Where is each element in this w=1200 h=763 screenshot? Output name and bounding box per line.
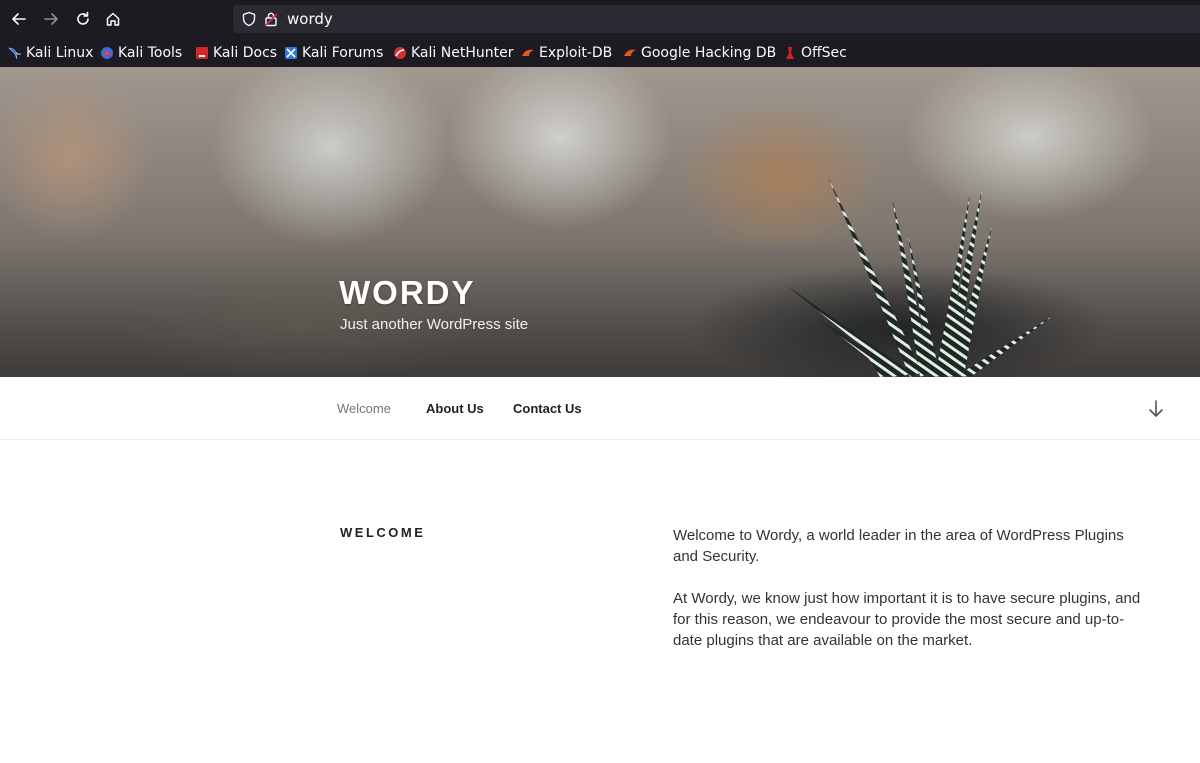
- page-content: Welcome to Wordy, a world leader in the …: [673, 525, 1143, 672]
- bookmark-kali-tools[interactable]: Kali Tools: [100, 43, 182, 63]
- content-paragraph: Welcome to Wordy, a world leader in the …: [673, 527, 1124, 565]
- ghdb-icon: [624, 49, 636, 56]
- nav-item-welcome[interactable]: Welcome: [337, 401, 391, 416]
- reload-button[interactable]: [70, 6, 96, 32]
- bookmark-kali-linux[interactable]: Kali Linux: [8, 43, 93, 63]
- home-icon: [106, 12, 120, 26]
- bookmark-kali-nethunter[interactable]: Kali NetHunter: [393, 43, 513, 63]
- bookmark-label: Kali Docs: [213, 45, 278, 61]
- scroll-down-arrow-icon[interactable]: [1147, 399, 1165, 419]
- kali-forums-icon: [285, 47, 297, 59]
- succulent-plant-image: [786, 177, 1054, 377]
- offsec-icon: [786, 47, 794, 59]
- site-title[interactable]: WORDY: [339, 274, 476, 312]
- bookmark-label: Kali Forums: [302, 45, 384, 61]
- bookmark-label: Google Hacking DB: [641, 45, 777, 61]
- shield-icon[interactable]: [241, 11, 257, 27]
- forward-arrow-icon: [44, 13, 58, 25]
- bookmarks-toolbar: Kali Linux Kali Tools Kali Docs Kali For…: [0, 38, 1200, 67]
- back-arrow-icon: [12, 13, 26, 25]
- bookmark-label: Kali Linux: [26, 45, 94, 61]
- nav-item-about-us[interactable]: About Us: [426, 401, 484, 416]
- kali-dragon-icon: [8, 47, 22, 60]
- kali-tools-icon: [101, 47, 113, 59]
- forward-button[interactable]: [38, 6, 64, 32]
- nav-item-contact-us[interactable]: Contact Us: [513, 401, 582, 416]
- insecure-lock-icon[interactable]: [264, 11, 278, 27]
- browser-toolbar: wordy: [0, 0, 1200, 38]
- bookmark-label: Kali Tools: [118, 45, 183, 61]
- site-description: Just another WordPress site: [340, 316, 529, 333]
- bookmark-label: Kali NetHunter: [411, 45, 514, 61]
- main-navigation: Welcome About Us Contact Us: [0, 377, 1200, 440]
- home-button[interactable]: [100, 6, 126, 32]
- bookmark-exploit-db[interactable]: Exploit-DB: [521, 43, 612, 63]
- kali-nethunter-icon: [394, 47, 406, 59]
- url-bar[interactable]: wordy: [233, 5, 1200, 33]
- kali-docs-icon: [196, 47, 208, 59]
- bookmark-kali-docs[interactable]: Kali Docs: [195, 43, 277, 63]
- url-text[interactable]: wordy: [287, 9, 333, 29]
- back-button[interactable]: [6, 6, 32, 32]
- bookmark-label: Exploit-DB: [539, 45, 613, 61]
- header-hero-image: WORDY Just another WordPress site: [0, 67, 1200, 377]
- page-title: WELCOME: [340, 525, 426, 540]
- bookmark-kali-forums[interactable]: Kali Forums: [284, 43, 383, 63]
- exploit-db-icon: [522, 49, 534, 56]
- bookmark-label: OffSec: [801, 45, 847, 61]
- bookmark-google-hacking-db[interactable]: Google Hacking DB: [623, 43, 776, 63]
- content-paragraph: At Wordy, we know just how important it …: [673, 590, 1141, 649]
- reload-icon: [77, 11, 89, 25]
- bookmark-offsec[interactable]: OffSec: [783, 43, 847, 63]
